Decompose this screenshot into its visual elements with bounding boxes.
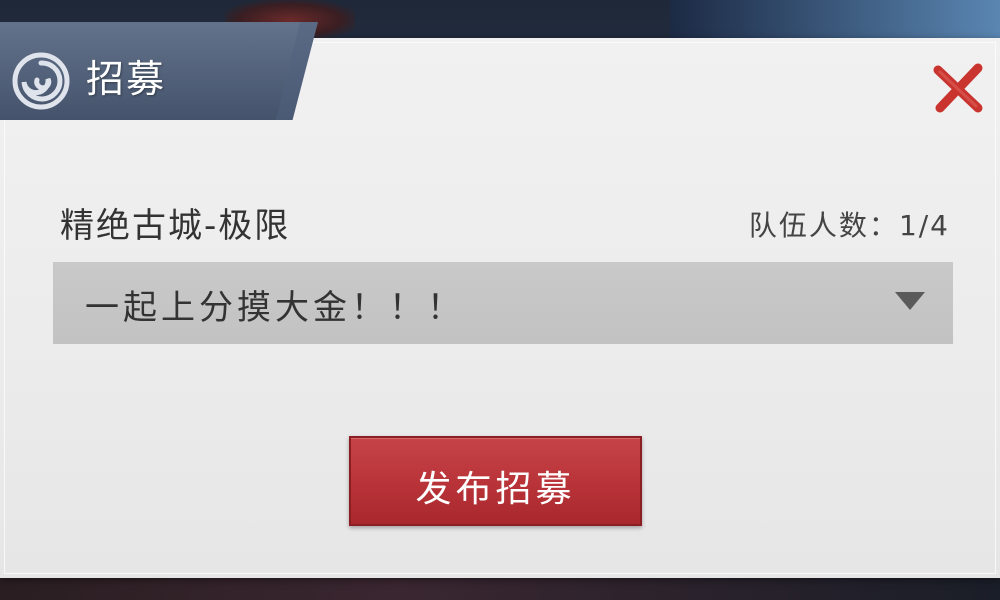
team-count: 队伍人数：1/4	[749, 204, 950, 244]
message-dropdown[interactable]: 一起上分摸大金！！！	[53, 262, 953, 344]
publish-recruit-button[interactable]: 发布招募	[349, 436, 642, 526]
dungeon-name: 精绝古城-极限	[60, 206, 291, 246]
background-bottom	[0, 578, 1000, 600]
background-sky	[670, 0, 1000, 40]
team-count-label: 队伍人数：	[748, 209, 899, 242]
close-icon[interactable]	[928, 58, 990, 120]
dialog-title: 招募	[86, 57, 167, 101]
team-count-value: 1/4	[898, 209, 950, 242]
triangle-down-icon[interactable]	[895, 292, 925, 310]
spiral-icon	[12, 52, 70, 110]
publish-button-label: 发布招募	[415, 469, 576, 510]
message-text: 一起上分摸大金！！！	[85, 288, 465, 328]
